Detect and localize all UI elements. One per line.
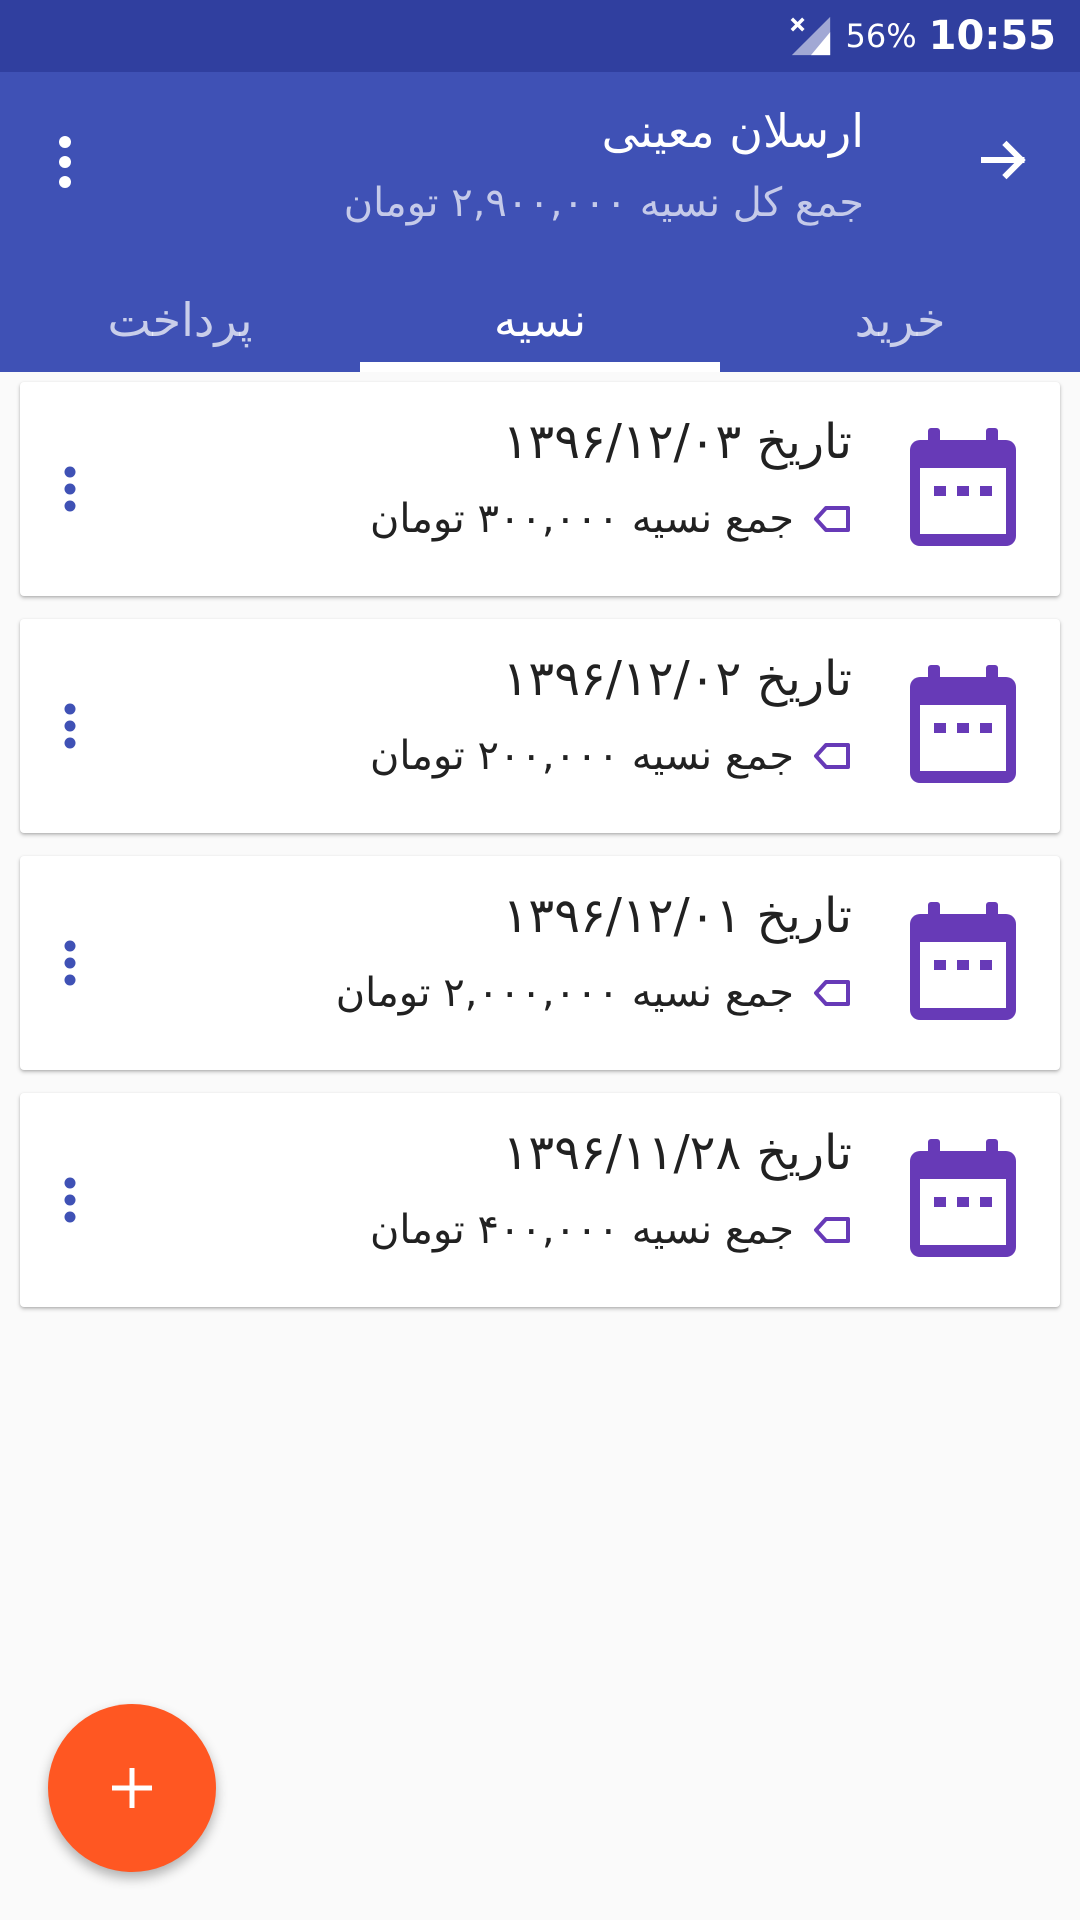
overflow-menu-button[interactable] [30, 122, 100, 202]
entry-date: تاریخ ۱۳۹۶/۱۱/۲۸ [502, 1125, 852, 1181]
tag-icon [814, 980, 850, 1006]
entry-sum-row: جمع نسیه ۲,۰۰۰,۰۰۰ تومان [232, 958, 852, 1028]
status-bar-right: 56% 10:55 [788, 0, 1056, 72]
list-item[interactable]: تاریخ ۱۳۹۶/۱۲/۰۱ جمع نسیه ۲,۰۰۰,۰۰۰ توما… [20, 856, 1060, 1070]
entry-sum-row: جمع نسیه ۳۰۰,۰۰۰ تومان [232, 484, 852, 554]
total-credit: جمع کل نسیه ۲,۹۰۰,۰۰۰ تومان [343, 180, 864, 226]
more-vert-icon [64, 1177, 76, 1223]
more-vert-icon [59, 136, 71, 188]
back-button[interactable] [966, 122, 1042, 198]
entry-sum: جمع نسیه ۳۰۰,۰۰۰ تومان [369, 496, 794, 542]
entry-sum-row: جمع نسیه ۴۰۰,۰۰۰ تومان [232, 1195, 852, 1265]
item-menu-button[interactable] [48, 454, 92, 524]
entry-sum: جمع نسیه ۲۰۰,۰۰۰ تومان [369, 733, 794, 779]
item-menu-button[interactable] [48, 928, 92, 998]
tab-purchase[interactable]: خرید [720, 268, 1080, 372]
calendar-icon [910, 665, 1016, 783]
entry-sum-row: جمع نسیه ۲۰۰,۰۰۰ تومان [232, 721, 852, 791]
calendar-icon [910, 428, 1016, 546]
tag-icon [814, 506, 850, 532]
list-item[interactable]: تاریخ ۱۳۹۶/۱۱/۲۸ جمع نسیه ۴۰۰,۰۰۰ تومان [20, 1093, 1060, 1307]
tab-credit[interactable]: نسیه [360, 268, 720, 372]
plus-icon [112, 1768, 152, 1808]
item-menu-button[interactable] [48, 1165, 92, 1235]
tag-icon [814, 1217, 850, 1243]
credit-list: تاریخ ۱۳۹۶/۱۲/۰۳ جمع نسیه ۳۰۰,۰۰۰ تومان [20, 382, 1060, 1330]
arrow-back-icon [981, 140, 1026, 180]
add-entry-button[interactable] [48, 1704, 216, 1872]
signal-off-icon [790, 16, 830, 56]
list-item-text: تاریخ ۱۳۹۶/۱۲/۰۲ جمع نسیه ۲۰۰,۰۰۰ تومان [232, 637, 852, 791]
more-vert-icon [64, 466, 76, 512]
more-vert-icon [64, 940, 76, 986]
list-item[interactable]: تاریخ ۱۳۹۶/۱۲/۰۲ جمع نسیه ۲۰۰,۰۰۰ تومان [20, 619, 1060, 833]
status-bar: 56% 10:55 [0, 0, 1080, 72]
entry-date: تاریخ ۱۳۹۶/۱۲/۰۱ [502, 888, 852, 944]
entry-date: تاریخ ۱۳۹۶/۱۲/۰۳ [502, 414, 852, 470]
tag-icon [814, 743, 850, 769]
app-bar: ارسلان معینی جمع کل نسیه ۲,۹۰۰,۰۰۰ تومان… [0, 72, 1080, 372]
customer-name: ارسلان معینی [601, 104, 864, 158]
more-vert-icon [64, 703, 76, 749]
tab-bar: خرید نسیه پرداخت [0, 268, 1080, 372]
list-item-text: تاریخ ۱۳۹۶/۱۲/۰۱ جمع نسیه ۲,۰۰۰,۰۰۰ توما… [232, 874, 852, 1028]
battery-level: 56% [845, 17, 917, 55]
list-item-text: تاریخ ۱۳۹۶/۱۱/۲۸ جمع نسیه ۴۰۰,۰۰۰ تومان [232, 1111, 852, 1265]
calendar-icon [910, 1139, 1016, 1257]
list-item-text: تاریخ ۱۳۹۶/۱۲/۰۳ جمع نسیه ۳۰۰,۰۰۰ تومان [232, 400, 852, 554]
entry-sum: جمع نسیه ۴۰۰,۰۰۰ تومان [369, 1207, 794, 1253]
tab-payment[interactable]: پرداخت [0, 268, 360, 372]
entry-sum: جمع نسیه ۲,۰۰۰,۰۰۰ تومان [335, 970, 794, 1016]
title-block: ارسلان معینی جمع کل نسیه ۲,۹۰۰,۰۰۰ تومان [124, 96, 864, 234]
calendar-icon [910, 902, 1016, 1020]
clock: 10:55 [928, 13, 1056, 59]
list-item[interactable]: تاریخ ۱۳۹۶/۱۲/۰۳ جمع نسیه ۳۰۰,۰۰۰ تومان [20, 382, 1060, 596]
item-menu-button[interactable] [48, 691, 92, 761]
entry-date: تاریخ ۱۳۹۶/۱۲/۰۲ [502, 651, 852, 707]
